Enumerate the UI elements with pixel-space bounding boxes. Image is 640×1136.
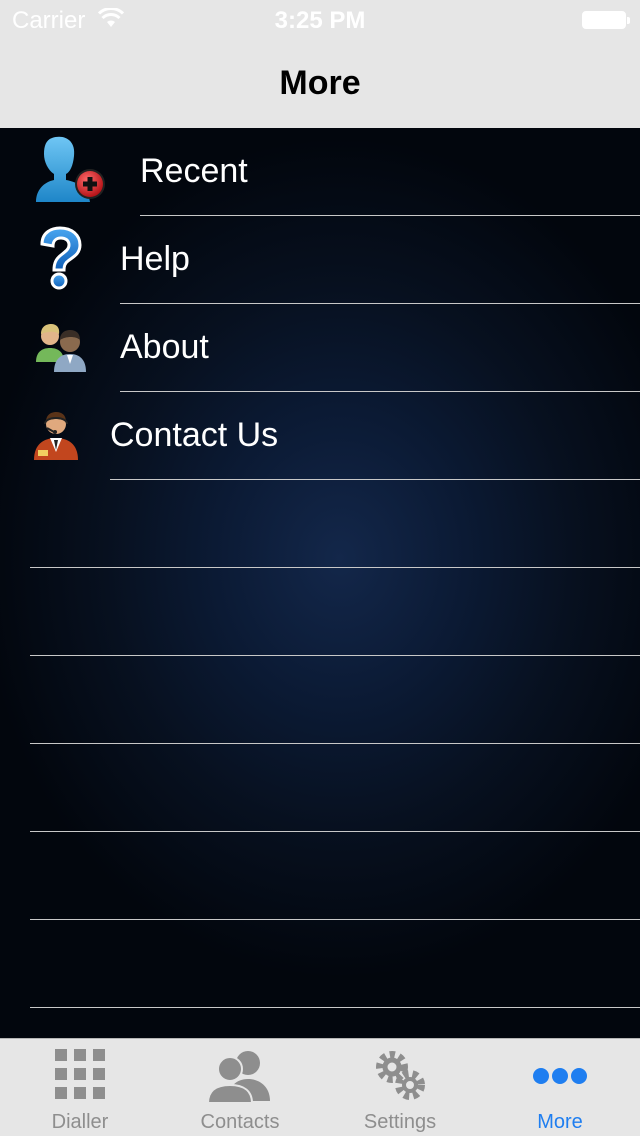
row-divider [30, 567, 640, 568]
tab-label: Settings [363, 1111, 437, 1133]
tab-bar: Dialler Contacts Settings More [0, 1038, 640, 1136]
menu-item-about[interactable]: About [0, 304, 640, 392]
more-dots-icon [533, 1068, 587, 1084]
keypad-icon [55, 1049, 105, 1099]
more-menu-list: Recent Help About Contact Us [0, 128, 640, 1038]
page-title: More [279, 64, 361, 102]
support-agent-icon [34, 412, 78, 460]
status-bar: Carrier 3:25 PM [0, 0, 640, 40]
users-icon [36, 324, 86, 372]
row-divider [30, 831, 640, 832]
row-divider [30, 919, 640, 920]
menu-item-contact-us[interactable]: Contact Us [0, 392, 640, 480]
tab-more[interactable]: More [480, 1039, 640, 1136]
tab-dialler[interactable]: Dialler [0, 1039, 160, 1136]
menu-item-label: Help [120, 240, 190, 278]
gears-icon [376, 1051, 425, 1100]
menu-item-label: About [120, 328, 209, 366]
tab-label: Contacts [200, 1111, 280, 1133]
add-contact-icon [36, 136, 105, 202]
status-time: 3:25 PM [274, 7, 366, 34]
navigation-bar: Carrier 3:25 PM More [0, 0, 640, 129]
tab-label: More [537, 1111, 583, 1133]
menu-item-label: Recent [140, 152, 248, 190]
row-divider [30, 743, 640, 744]
battery-icon [582, 11, 630, 29]
menu-item-label: Contact Us [110, 416, 279, 454]
more-screen: Carrier 3:25 PM More Recent Help About C… [0, 0, 640, 1136]
menu-item-recent[interactable]: Recent [0, 128, 640, 216]
tab-label: Dialler [51, 1111, 109, 1133]
row-divider [110, 479, 640, 480]
contacts-icon [208, 1051, 270, 1103]
row-divider [30, 655, 640, 656]
tab-contacts[interactable]: Contacts [160, 1039, 320, 1136]
menu-item-help[interactable]: Help [0, 216, 640, 304]
tab-settings[interactable]: Settings [320, 1039, 480, 1136]
row-divider [30, 1007, 640, 1008]
question-icon [40, 226, 82, 290]
